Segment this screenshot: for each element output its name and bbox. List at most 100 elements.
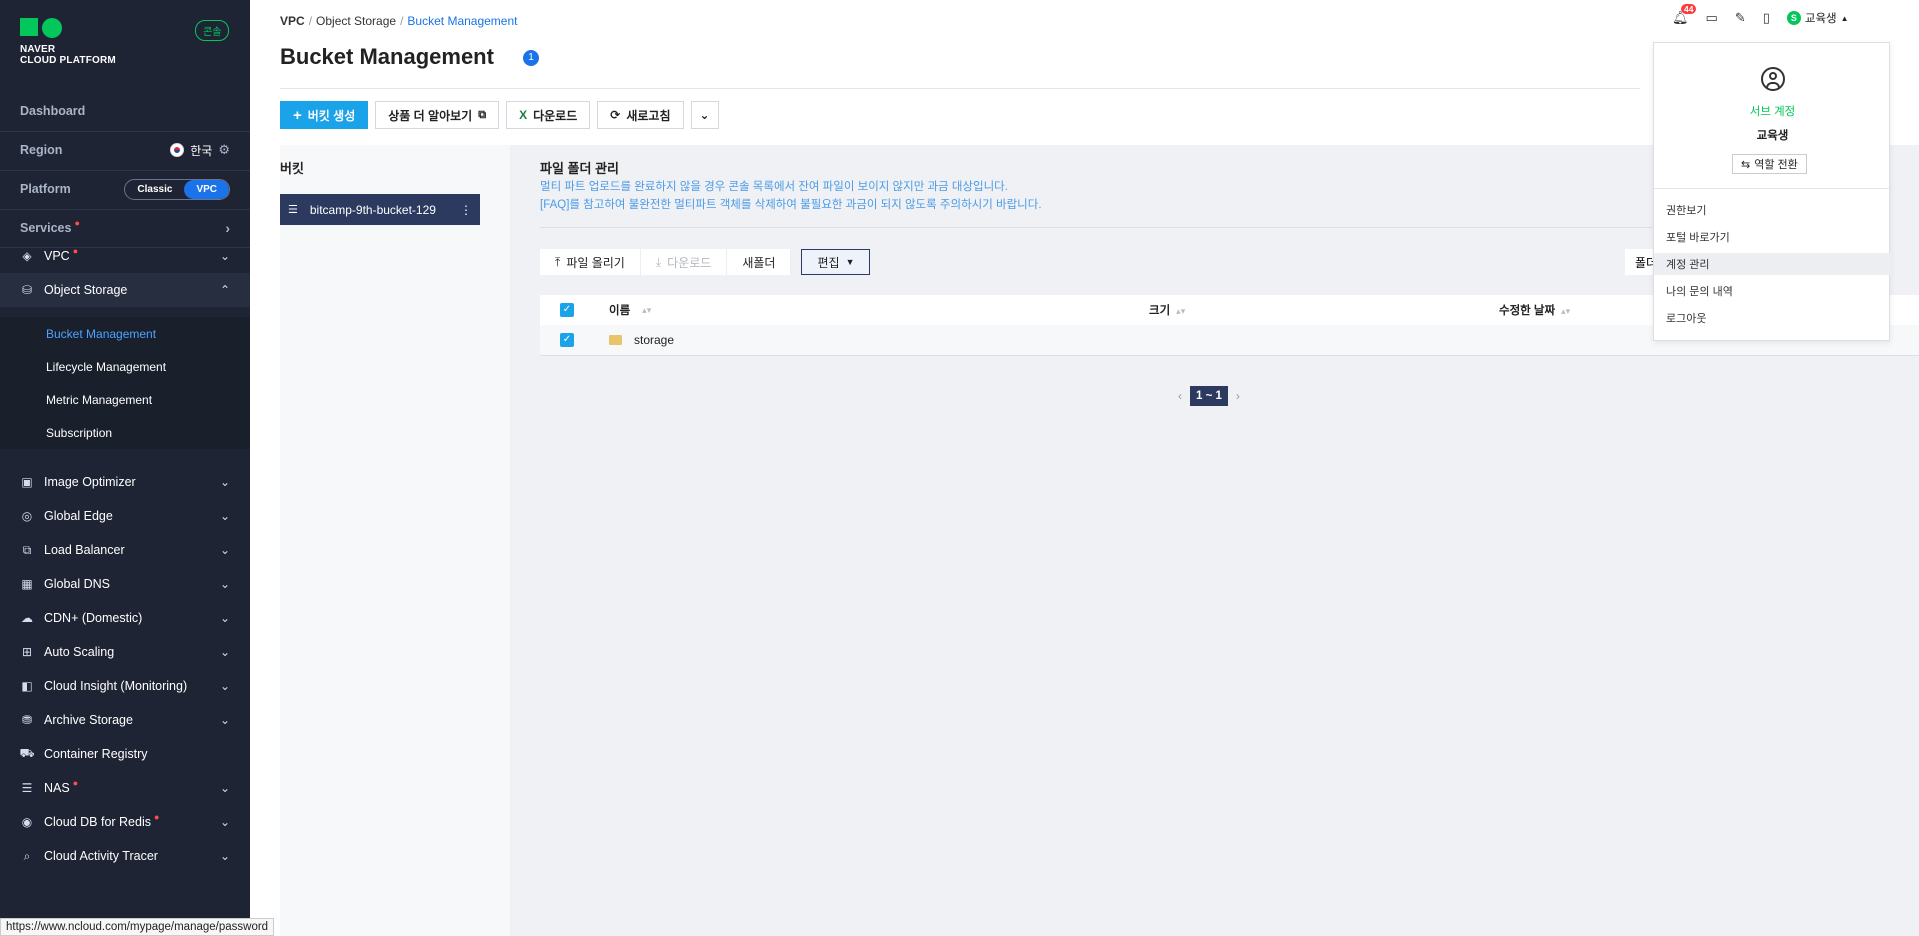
console-badge: 콘솔 — [195, 20, 230, 41]
sidebar-item-cdn-domestic[interactable]: ☁ CDN+ (Domestic) ⌄ — [0, 601, 250, 635]
sidebar-item-global-dns[interactable]: ▦ Global DNS ⌄ — [0, 567, 250, 601]
load-balancer-icon: ⧉ — [22, 542, 32, 557]
bucket-name: bitcamp-9th-bucket-129 — [309, 202, 436, 217]
file-name-cell[interactable]: storage — [609, 333, 1149, 347]
platform-toggle[interactable]: Classic VPC — [124, 178, 230, 200]
dropdown-item-portal[interactable]: 포털 바로가기 — [1654, 226, 1891, 248]
chevron-down-icon: ⌄ — [219, 713, 230, 727]
sidebar-region[interactable]: Region 한국 ⚙ — [0, 132, 250, 168]
column-name[interactable]: 이름 ▴▾ — [609, 302, 1149, 318]
create-bucket-button[interactable]: + 버킷 생성 — [280, 101, 369, 129]
breadcrumb-object-storage[interactable]: Object Storage — [316, 14, 396, 28]
sidebar-sub-subscription[interactable]: Subscription — [0, 416, 250, 449]
header-actions: 🔔︎ 44 ▭ ✎ ▯ S 교육생 ▲ — [1672, 4, 1849, 26]
dropdown-item-logout[interactable]: 로그아웃 — [1654, 307, 1891, 329]
learn-more-button[interactable]: 상품 더 알아보기 ⧉ — [375, 101, 500, 129]
sidebar-item-cloud-activity-tracer[interactable]: ⌕ Cloud Activity Tracer ⌄ — [0, 839, 250, 873]
dropdown-item-permissions[interactable]: 권한보기 — [1654, 199, 1891, 221]
chat-icon[interactable]: ▭ — [1706, 10, 1718, 26]
current-page[interactable]: 1 ~ 1 — [1190, 386, 1228, 406]
refresh-button[interactable]: ⟳ 새로고침 — [597, 101, 684, 129]
container-registry-icon: ⛟ — [19, 746, 35, 760]
sidebar-item-vpc[interactable]: ◈ VPC ● ⌄ — [0, 239, 250, 273]
user-avatar-icon — [1761, 67, 1785, 91]
menu-label: Cloud Insight (Monitoring) — [44, 679, 188, 693]
platform-classic-option[interactable]: Classic — [125, 180, 184, 199]
breadcrumb: VPC / Object Storage / Bucket Management — [280, 14, 518, 28]
activity-tracer-icon: ⌕ — [23, 848, 31, 863]
switch-role-button[interactable]: ⇆ 역할 전환 — [1732, 154, 1807, 174]
more-options-button[interactable]: ⌄ — [690, 101, 719, 129]
toolbar: + 버킷 생성 상품 더 알아보기 ⧉ X 다운로드 ⟳ 새로고침 ⌄ — [280, 101, 719, 129]
row-checkbox[interactable]: ✓ — [560, 333, 574, 347]
dropdown-item-account-management[interactable]: 계정 관리 — [1654, 253, 1891, 275]
chevron-down-icon: ⌄ — [219, 781, 230, 795]
status-bar-url: https://www.ncloud.com/mypage/manage/pas… — [0, 918, 275, 936]
chevron-down-icon: ⌄ — [219, 543, 230, 557]
korea-flag-icon — [170, 143, 185, 157]
account-name: 교육생 — [1756, 130, 1789, 142]
menu-label: Load Balancer — [44, 543, 125, 557]
gear-icon[interactable]: ⚙ — [218, 142, 230, 158]
edit-note-icon[interactable]: ✎ — [1735, 10, 1746, 26]
sort-icon: ▴▾ — [642, 304, 652, 315]
sidebar-item-nas[interactable]: ☰ NAS ● ⌄ — [0, 771, 250, 805]
dropdown-item-my-inquiries[interactable]: 나의 문의 내역 — [1654, 280, 1891, 302]
menu-label: Cloud DB for Redis — [44, 815, 151, 829]
bell-icon[interactable]: 🔔︎ 44 — [1672, 4, 1697, 26]
download-button[interactable]: X 다운로드 — [506, 101, 591, 129]
sidebar-item-archive-storage[interactable]: ⛃ Archive Storage ⌄ — [0, 703, 250, 737]
sidebar-item-image-optimizer[interactable]: ▣ Image Optimizer ⌄ — [0, 465, 250, 499]
menu-label: Container Registry — [44, 747, 148, 761]
sidebar-item-container-registry[interactable]: ⛟ Container Registry — [0, 737, 250, 771]
sidebar-item-cloud-insight[interactable]: ◧ Cloud Insight (Monitoring) ⌄ — [0, 669, 250, 703]
book-icon[interactable]: ▯ — [1763, 10, 1770, 26]
sidebar-item-load-balancer[interactable]: ⧉ Load Balancer ⌄ — [0, 533, 250, 567]
auto-scaling-icon: ⊞ — [21, 645, 33, 659]
chevron-down-icon: ⌄ — [219, 577, 230, 591]
menu-label: Global DNS — [44, 577, 110, 591]
column-size[interactable]: 크기 ▴▾ — [1149, 302, 1499, 318]
user-menu[interactable]: S 교육생 ▲ — [1786, 10, 1849, 26]
next-page-icon[interactable]: › — [1236, 389, 1240, 403]
download-file-button[interactable]: ⤓ 다운로드 — [640, 249, 728, 275]
chevron-down-icon: ⌄ — [219, 249, 230, 263]
sidebar-item-cloud-db-redis[interactable]: ◉ Cloud DB for Redis ● ⌄ — [0, 805, 250, 839]
folder-icon — [609, 335, 622, 345]
nas-icon: ☰ — [21, 781, 33, 795]
select-all-checkbox[interactable]: ✓ — [560, 303, 574, 317]
notice-line-2[interactable]: [FAQ]를 참고하여 불완전한 멀티파트 객체를 삭제하여 불필요한 과금이 … — [540, 196, 1042, 214]
cloud-insight-icon: ◧ — [21, 679, 33, 693]
object-storage-icon: ⛁ — [21, 283, 33, 297]
notice-line-1: 멀티 파트 업로드를 완료하지 않을 경우 콘솔 목록에서 잔여 파일이 보이지… — [540, 181, 1008, 193]
sidebar-sub-lifecycle-management[interactable]: Lifecycle Management — [0, 350, 250, 383]
bucket-item[interactable]: ☰ bitcamp-9th-bucket-129 ⋮ — [280, 194, 480, 225]
breadcrumb-vpc[interactable]: VPC — [280, 14, 305, 28]
kebab-menu-icon[interactable]: ⋮ — [460, 203, 472, 217]
chevron-right-icon: › — [225, 220, 230, 236]
sidebar-dashboard[interactable]: Dashboard — [0, 93, 250, 129]
info-badge[interactable]: 1 — [523, 50, 539, 66]
edit-dropdown-button[interactable]: 편집 ▼ — [801, 249, 871, 275]
sidebar-sub-metric-management[interactable]: Metric Management — [0, 383, 250, 416]
upload-label: 파일 올리기 — [566, 255, 625, 270]
menu-label: Image Optimizer — [44, 475, 136, 489]
refresh-label: 새로고침 — [626, 108, 671, 123]
sidebar-item-global-edge[interactable]: ◎ Global Edge ⌄ — [0, 499, 250, 533]
menu-label: Cloud Activity Tracer — [44, 849, 158, 863]
create-bucket-label: 버킷 생성 — [307, 108, 356, 123]
chevron-down-icon: ⌄ — [699, 108, 710, 122]
sidebar-sub-bucket-management[interactable]: Bucket Management — [0, 317, 250, 350]
sidebar-item-object-storage[interactable]: ⛁ Object Storage ⌃ — [0, 273, 250, 307]
download-file-label: 다운로드 — [667, 255, 712, 270]
prev-page-icon[interactable]: ‹ — [1178, 389, 1182, 403]
upload-file-button[interactable]: ⤒ 파일 올리기 — [540, 249, 641, 275]
chevron-up-icon: ⌃ — [219, 283, 230, 297]
platform-vpc-option[interactable]: VPC — [184, 179, 229, 199]
menu-label: Auto Scaling — [44, 645, 115, 659]
breadcrumb-bucket-management: Bucket Management — [407, 14, 518, 28]
new-folder-button[interactable]: 새폴더 — [727, 249, 792, 275]
naver-cloud-logo[interactable]: NAVER CLOUD PLATFORM — [20, 18, 116, 66]
sidebar-item-auto-scaling[interactable]: ⊞ Auto Scaling ⌄ — [0, 635, 250, 669]
file-name: storage — [634, 333, 675, 347]
